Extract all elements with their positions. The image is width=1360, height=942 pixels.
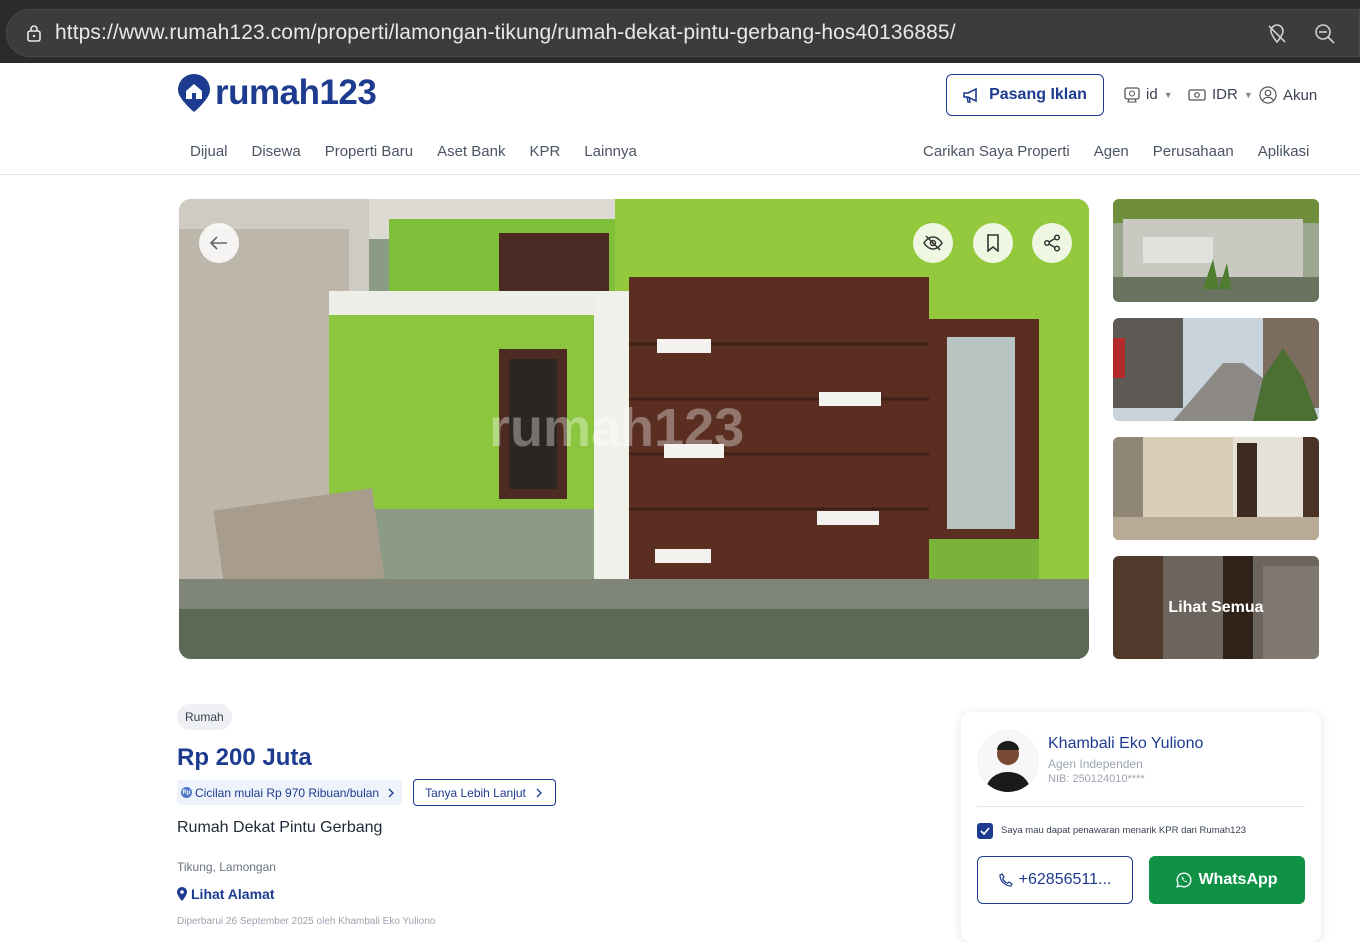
- logo-text: rumah123: [215, 73, 377, 112]
- nav-item-lainnya[interactable]: Lainnya: [584, 143, 637, 160]
- user-icon: [1259, 86, 1277, 104]
- card-divider: [977, 806, 1305, 807]
- post-ad-button[interactable]: Pasang Iklan: [946, 74, 1104, 116]
- chevron-right-icon: [536, 788, 542, 797]
- agent-name[interactable]: Khambali Eko Yuliono: [1048, 735, 1203, 753]
- whatsapp-icon: [1176, 872, 1192, 888]
- ask-more-label: Tanya Lebih Lanjut: [425, 785, 526, 800]
- agent-phone: +62856511...: [1018, 871, 1112, 888]
- agent-contact-card: Khambali Eko Yuliono Agen Independen NIB…: [961, 712, 1321, 942]
- hide-listing-button[interactable]: [913, 223, 953, 263]
- whatsapp-button[interactable]: WhatsApp: [1149, 856, 1305, 904]
- logo-pin-icon: [178, 74, 210, 112]
- share-icon: [1043, 234, 1061, 252]
- previous-photo-button[interactable]: [199, 223, 239, 263]
- thumbnail-see-all[interactable]: Lihat Semua: [1113, 556, 1319, 659]
- agent-type: Agen Independen: [1048, 757, 1143, 771]
- installment-link[interactable]: Rp Cicilan mulai Rp 970 Ribuan/bulan: [177, 780, 403, 805]
- property-type-tag: Rumah: [177, 704, 232, 730]
- agent-avatar[interactable]: [977, 730, 1039, 792]
- site-logo[interactable]: rumah123: [177, 73, 377, 113]
- listing-title: Rumah Dekat Pintu Gerbang: [177, 819, 383, 836]
- nav-item-kpr[interactable]: KPR: [529, 143, 560, 160]
- installment-text: Cicilan mulai Rp 970 Ribuan/bulan: [195, 785, 380, 800]
- megaphone-icon: [963, 87, 977, 103]
- chevron-down-icon: ▼: [1243, 89, 1253, 100]
- arrow-left-icon: [210, 236, 227, 250]
- check-icon: [980, 827, 990, 835]
- thumbnail-3[interactable]: [1113, 437, 1319, 540]
- nav-item-agen[interactable]: Agen: [1094, 143, 1129, 160]
- nav-item-perusahaan[interactable]: Perusahaan: [1153, 143, 1234, 160]
- kpr-consent-checkbox[interactable]: [977, 823, 993, 839]
- browser-address-bar: https://www.rumah123.com/properti/lamong…: [0, 0, 1360, 63]
- location-pin-icon: [177, 887, 187, 901]
- listing-location: Tikung, Lamongan: [177, 860, 276, 874]
- see-address-link[interactable]: Lihat Alamat: [177, 886, 275, 902]
- bookmark-icon: [987, 234, 999, 252]
- agent-nib: NIB: 250124010****: [1048, 773, 1145, 785]
- language-value: id: [1146, 86, 1158, 103]
- call-agent-button[interactable]: +62856511...: [977, 856, 1133, 904]
- agent-photo: [977, 730, 1039, 792]
- thumbnail-photo: [1113, 318, 1319, 421]
- currency-value: IDR: [1212, 86, 1238, 103]
- phone-icon: [999, 873, 1013, 887]
- location-blocked-icon[interactable]: [1265, 22, 1289, 46]
- main-property-photo[interactable]: rumah123: [179, 199, 1089, 659]
- header-divider: [0, 174, 1360, 175]
- currency-selector[interactable]: IDR ▼: [1188, 86, 1253, 103]
- nav-item-carikan[interactable]: Carikan Saya Properti: [923, 143, 1070, 160]
- nav-item-disewa[interactable]: Disewa: [252, 143, 301, 160]
- language-selector[interactable]: id ▼: [1124, 86, 1173, 103]
- updated-info: Diperbarui 26 September 2025 oleh Khamba…: [177, 916, 436, 927]
- see-all-label: Lihat Semua: [1113, 556, 1319, 659]
- account-menu[interactable]: Akun: [1259, 86, 1317, 104]
- language-icon: [1124, 86, 1140, 103]
- account-label: Akun: [1283, 86, 1318, 104]
- see-address-label: Lihat Alamat: [191, 886, 275, 902]
- thumbnail-1[interactable]: [1113, 199, 1319, 302]
- post-ad-label: Pasang Iklan: [989, 86, 1087, 103]
- whatsapp-label: WhatsApp: [1198, 871, 1278, 888]
- chevron-right-icon: [388, 788, 395, 797]
- share-button[interactable]: [1032, 223, 1072, 263]
- eye-off-icon: [923, 235, 943, 251]
- thumbnail-2[interactable]: [1113, 318, 1319, 421]
- main-nav: Dijual Disewa Properti Baru Aset Bank KP…: [190, 143, 637, 160]
- house-photo: rumah123: [179, 199, 1089, 659]
- photo-watermark: rumah123: [489, 398, 744, 458]
- ask-more-button[interactable]: Tanya Lebih Lanjut: [413, 779, 556, 806]
- listing-price: Rp 200 Juta: [177, 744, 312, 771]
- nav-item-aplikasi[interactable]: Aplikasi: [1258, 143, 1310, 160]
- nav-item-properti-baru[interactable]: Properti Baru: [325, 143, 413, 160]
- chevron-down-icon: ▼: [1163, 89, 1173, 100]
- thumbnail-photo: [1113, 437, 1319, 540]
- url-field[interactable]: https://www.rumah123.com/properti/lamong…: [6, 9, 1360, 57]
- secondary-nav: Carikan Saya Properti Agen Perusahaan Ap…: [923, 143, 1309, 160]
- banknote-icon: [1188, 88, 1206, 101]
- rupiah-icon: Rp: [181, 787, 192, 798]
- nav-item-dijual[interactable]: Dijual: [190, 143, 228, 160]
- kpr-consent-label: Saya mau dapat penawaran menarik KPR dar…: [1001, 825, 1247, 836]
- url-text[interactable]: https://www.rumah123.com/properti/lamong…: [55, 21, 956, 45]
- zoom-out-icon[interactable]: [1313, 22, 1337, 46]
- lock-icon[interactable]: [25, 24, 43, 42]
- nav-item-aset-bank[interactable]: Aset Bank: [437, 143, 505, 160]
- bookmark-button[interactable]: [973, 223, 1013, 263]
- thumbnail-photo: [1113, 199, 1319, 302]
